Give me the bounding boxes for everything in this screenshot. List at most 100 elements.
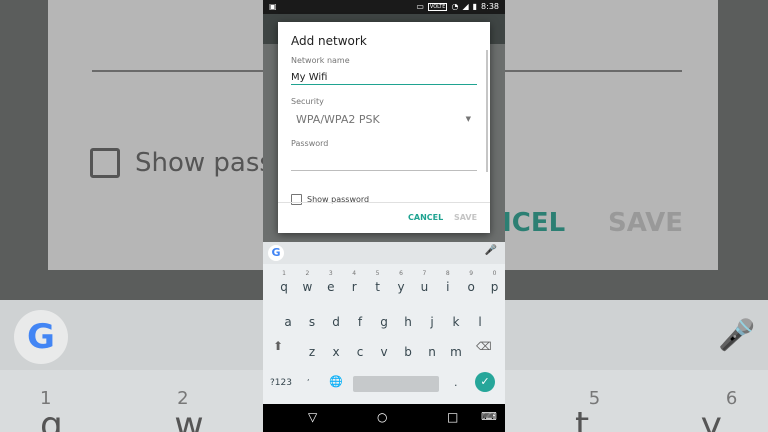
key-c[interactable]: c [348, 339, 372, 361]
key-y[interactable]: 6y [389, 270, 413, 296]
security-label: Security [291, 97, 324, 106]
space-key[interactable] [353, 376, 439, 392]
key-label: r [351, 280, 357, 294]
key-o[interactable]: 9o [459, 270, 483, 296]
key-label: m [450, 345, 462, 359]
background-save-label: SAVE [608, 208, 683, 238]
password-label: Password [291, 139, 329, 148]
save-button[interactable]: SAVE [454, 213, 477, 222]
security-value: WPA/WPA2 PSK [296, 112, 380, 126]
key-n[interactable]: n [420, 339, 444, 361]
key-d[interactable]: d [324, 309, 348, 331]
enter-check-icon[interactable]: ✓ [475, 372, 495, 392]
key-label: c [356, 345, 364, 359]
key-label: n [428, 345, 436, 359]
back-icon[interactable]: ▽ [308, 410, 317, 424]
checkbox-icon[interactable] [291, 194, 302, 205]
key-label: l [478, 315, 482, 329]
key-u[interactable]: 7u [412, 270, 436, 296]
key-label: o [467, 280, 475, 294]
background-checkbox [90, 148, 120, 178]
key-s[interactable]: s [300, 309, 324, 331]
phone-screen: ▣ ▭ VOLTE ◔ ◢ ▮ 8:38 Add network Network… [263, 0, 505, 432]
recents-icon[interactable]: □ [447, 410, 458, 424]
key-label: j [430, 315, 434, 329]
period-key[interactable]: . [454, 376, 458, 389]
key-i[interactable]: 8i [436, 270, 460, 296]
keyboard-switch-icon[interactable]: ⌨ [481, 410, 497, 423]
battery-icon: ▮ [472, 2, 478, 11]
key-label: f [357, 315, 363, 329]
globe-icon[interactable]: 🌐 [329, 375, 343, 388]
key-label: i [446, 280, 450, 294]
key-t[interactable]: 5t [366, 270, 390, 296]
key-x[interactable]: x [324, 339, 348, 361]
key-label: h [404, 315, 412, 329]
key-p[interactable]: 0p [483, 270, 505, 296]
key-f[interactable]: f [348, 309, 372, 331]
key-k[interactable]: k [444, 309, 468, 331]
key-hint: 5 [375, 270, 380, 277]
network-name-input[interactable] [291, 70, 477, 85]
home-icon[interactable]: ○ [377, 410, 387, 424]
shift-icon[interactable]: ⬆ [273, 339, 283, 353]
wifi-icon: ◔ [451, 2, 459, 11]
key-hint: 1 [282, 270, 286, 277]
key-j[interactable]: j [420, 309, 444, 331]
key-label: p [490, 280, 499, 294]
key-hint: 0 [492, 270, 497, 277]
clock: 8:38 [481, 2, 499, 11]
google-icon[interactable]: G [268, 245, 284, 261]
key-hint: 9 [469, 270, 474, 277]
key-label: b [404, 345, 412, 359]
keyboard-suggestion-bar: G 🎤 [263, 242, 505, 264]
add-network-dialog: Add network Network name Security WPA/WP… [278, 22, 490, 233]
key-label: x [332, 345, 340, 359]
key-hint: 3 [328, 270, 333, 277]
password-input[interactable] [291, 156, 477, 171]
show-password-checkbox[interactable]: Show password [291, 194, 369, 205]
mic-icon[interactable]: 🎤 [485, 245, 497, 256]
symbols-key[interactable]: ?123 [270, 378, 292, 388]
key-b[interactable]: b [396, 339, 420, 361]
key-label: e [327, 280, 335, 294]
key-l[interactable]: l [468, 309, 492, 331]
cancel-button[interactable]: CANCEL [408, 213, 443, 222]
navigation-bar: ▽ ○ □ ⌨ [263, 404, 505, 432]
key-label: k [452, 315, 460, 329]
status-bar: ▣ ▭ VOLTE ◔ ◢ ▮ 8:38 [263, 0, 505, 14]
key-label: z [308, 345, 316, 359]
key-h[interactable]: h [396, 309, 420, 331]
key-e[interactable]: 3e [319, 270, 343, 296]
key-q[interactable]: 1q [272, 270, 296, 296]
delete-icon[interactable]: ⌫ [476, 340, 492, 353]
key-label: w [302, 280, 313, 294]
key-label: g [380, 315, 388, 329]
comma-key[interactable]: , [307, 373, 310, 382]
volte-badge: VOLTE [427, 2, 448, 11]
screenshot-icon: ▣ [269, 2, 277, 11]
key-v[interactable]: v [372, 339, 396, 361]
key-r[interactable]: 4r [342, 270, 366, 296]
key-g[interactable]: g [372, 309, 396, 331]
key-label: d [332, 315, 340, 329]
key-z[interactable]: z [300, 339, 324, 361]
background-mic-icon: 🎤 [718, 318, 756, 353]
key-label: u [420, 280, 429, 294]
key-label: v [380, 345, 388, 359]
network-name-label: Network name [291, 56, 350, 65]
background-google-icon: G [14, 310, 68, 364]
dialog-title: Add network [291, 34, 367, 48]
key-label: s [308, 315, 316, 329]
dropdown-arrow-icon: ▼ [465, 115, 471, 123]
key-label: a [284, 315, 292, 329]
dialog-scrollbar[interactable] [486, 50, 488, 172]
key-label: y [397, 280, 405, 294]
key-m[interactable]: m [444, 339, 468, 361]
key-hint: 4 [352, 270, 357, 277]
key-a[interactable]: a [276, 309, 300, 331]
security-dropdown[interactable]: WPA/WPA2 PSK ▼ [291, 108, 477, 131]
soft-keyboard: G 🎤 1q2w3e4r5t6y7u8i9o0p asdfghjkl zxcvb… [263, 242, 505, 404]
key-w[interactable]: 2w [295, 270, 319, 296]
cast-icon: ▭ [416, 2, 424, 11]
